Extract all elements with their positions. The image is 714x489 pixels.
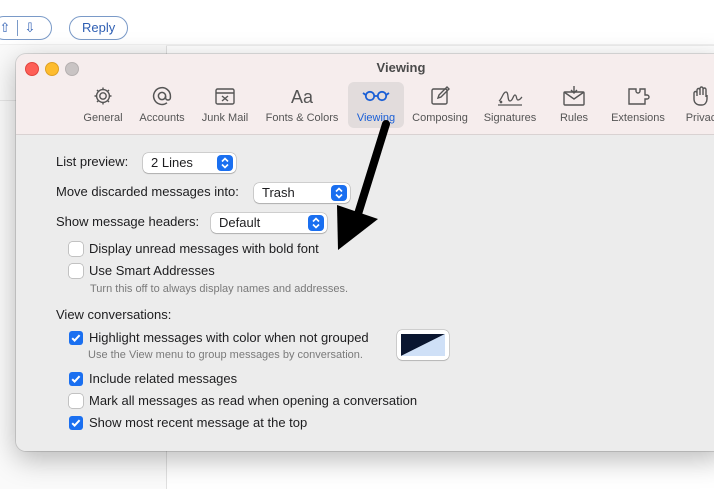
- move-discarded-label: Move discarded messages into:: [56, 184, 239, 199]
- chevron-up-down-icon: [217, 155, 233, 171]
- window-titlebar: Viewing General Accounts Junk Mail Aa Fo…: [16, 54, 714, 135]
- svg-text:Aa: Aa: [291, 87, 314, 107]
- include-related-checkbox[interactable]: [69, 372, 83, 386]
- list-preview-value: 2 Lines: [151, 155, 193, 170]
- message-nav-buttons: ⇧ ⇩: [0, 16, 52, 40]
- junk-tray-icon: [196, 84, 254, 110]
- highlight-checkbox[interactable]: [69, 331, 83, 345]
- tab-rules-label: Rules: [559, 112, 589, 124]
- smart-addresses-hint: Turn this off to always display names an…: [90, 283, 349, 295]
- show-headers-value: Default: [219, 215, 261, 230]
- mark-all-read-label: Mark all messages as read when opening a…: [89, 393, 418, 408]
- chevron-up-down-icon: [308, 215, 324, 231]
- background-mail-toolbar: ⇧ ⇩ Reply: [0, 0, 714, 45]
- viewing-settings-panel: List preview: 2 Lines Move discarded mes…: [16, 135, 714, 451]
- tab-general-label: General: [83, 112, 123, 124]
- at-sign-icon: [133, 84, 191, 110]
- tab-privacy-label: Privac: [685, 112, 714, 124]
- move-discarded-popup[interactable]: Trash: [254, 183, 350, 203]
- tab-signatures[interactable]: Signatures: [478, 82, 542, 128]
- bold-unread-checkbox[interactable]: [69, 242, 83, 256]
- tab-junk-mail[interactable]: Junk Mail: [196, 82, 254, 128]
- tab-accounts-label: Accounts: [139, 112, 185, 124]
- bold-unread-label: Display unread messages with bold font: [89, 241, 319, 256]
- hand-icon: [676, 84, 714, 110]
- rules-envelope-icon: [551, 84, 597, 110]
- next-message-button[interactable]: ⇩: [18, 20, 42, 36]
- most-recent-top-checkbox[interactable]: [69, 416, 83, 430]
- font-aa-icon: Aa: [259, 84, 345, 110]
- tab-general[interactable]: General: [77, 82, 129, 128]
- tab-viewing-label: Viewing: [356, 112, 396, 124]
- previous-message-button[interactable]: ⇧: [0, 20, 17, 36]
- puzzle-icon: [604, 84, 672, 110]
- checkmark-icon: [71, 419, 81, 428]
- highlight-hint: Use the View menu to group messages by c…: [88, 349, 363, 361]
- tab-signatures-label: Signatures: [483, 112, 537, 124]
- move-discarded-value: Trash: [262, 185, 295, 200]
- preferences-window: Viewing General Accounts Junk Mail Aa Fo…: [16, 54, 714, 451]
- tab-extensions-label: Extensions: [611, 112, 665, 124]
- show-headers-popup[interactable]: Default: [211, 213, 327, 233]
- window-title: Viewing: [376, 60, 426, 75]
- checkmark-icon: [71, 334, 81, 343]
- signature-icon: [478, 84, 542, 110]
- background-message-divider: [166, 45, 714, 46]
- compose-icon: [408, 84, 472, 110]
- include-related-label: Include related messages: [89, 371, 238, 386]
- chevron-up-down-icon: [331, 185, 347, 201]
- tab-extensions[interactable]: Extensions: [604, 82, 672, 128]
- checkmark-icon: [71, 375, 81, 384]
- tab-composing[interactable]: Composing: [408, 82, 472, 128]
- tab-composing-label: Composing: [412, 112, 468, 124]
- highlight-color-well[interactable]: [397, 330, 449, 360]
- tab-rules[interactable]: Rules: [551, 82, 597, 128]
- smart-addresses-label: Use Smart Addresses: [89, 263, 215, 278]
- show-headers-label: Show message headers:: [56, 214, 200, 229]
- smart-addresses-checkbox[interactable]: [69, 264, 83, 278]
- reply-button[interactable]: Reply: [69, 16, 129, 40]
- gear-icon: [77, 84, 129, 110]
- tab-fonts-colors[interactable]: Aa Fonts & Colors: [259, 82, 345, 128]
- tab-accounts[interactable]: Accounts: [133, 82, 191, 128]
- list-preview-popup[interactable]: 2 Lines: [143, 153, 236, 173]
- list-preview-label: List preview:: [56, 154, 129, 169]
- color-swatch-icon: [401, 334, 445, 356]
- most-recent-top-label: Show most recent message at the top: [89, 415, 308, 430]
- tab-junk-mail-label: Junk Mail: [201, 112, 249, 124]
- highlight-label: Highlight messages with color when not g…: [89, 330, 369, 345]
- glasses-icon: [348, 84, 404, 110]
- tab-fonts-colors-label: Fonts & Colors: [265, 112, 339, 124]
- view-conversations-heading: View conversations:: [56, 307, 172, 322]
- tab-viewing[interactable]: Viewing: [348, 82, 404, 128]
- tab-privacy[interactable]: Privac: [676, 82, 714, 128]
- mark-all-read-checkbox[interactable]: [69, 394, 83, 408]
